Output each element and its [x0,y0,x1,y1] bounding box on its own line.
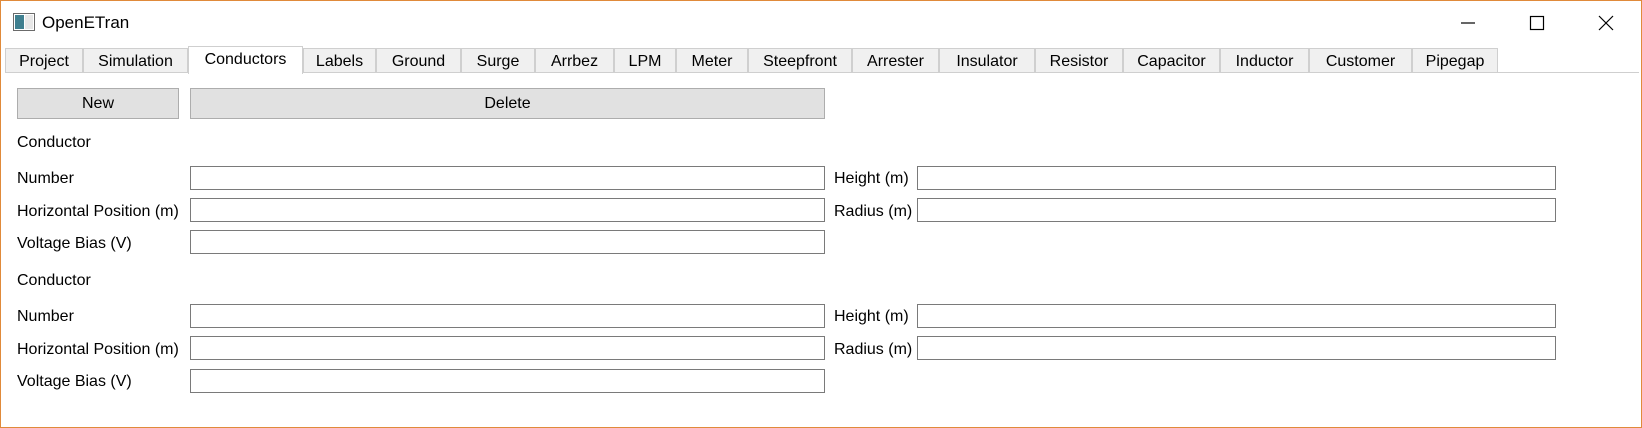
minimize-button[interactable] [1436,1,1500,45]
tab-arrbez[interactable]: Arrbez [535,48,614,73]
tab-resistor[interactable]: Resistor [1035,48,1123,73]
height-field[interactable] [917,166,1556,190]
new-button[interactable]: New [17,88,179,119]
radius-field[interactable] [917,198,1556,222]
height-label: Height (m) [834,308,909,325]
voltage-bias-label: Voltage Bias (V) [17,373,132,390]
tab-inductor[interactable]: Inductor [1220,48,1309,73]
tab-arrester[interactable]: Arrester [852,48,939,73]
horizontal-position-label: Horizontal Position (m) [17,203,179,220]
window-title: OpenETran [42,13,130,32]
maximize-button[interactable] [1505,1,1569,45]
number-label: Number [17,170,74,187]
tab-surge[interactable]: Surge [461,48,535,73]
app-window: OpenETran Project Simulation Conductors … [0,0,1642,428]
horizontal-position-field[interactable] [190,336,825,360]
height-field[interactable] [917,304,1556,328]
maximize-icon [1529,15,1545,31]
number-field[interactable] [190,304,825,328]
tab-simulation[interactable]: Simulation [83,48,188,73]
tab-steepfront[interactable]: Steepfront [748,48,852,73]
tab-project[interactable]: Project [5,48,83,73]
radius-label: Radius (m) [834,203,913,220]
horizontal-position-label: Horizontal Position (m) [17,341,179,358]
app-window-icon [13,13,35,31]
number-field[interactable] [190,166,825,190]
radius-field[interactable] [917,336,1556,360]
close-button[interactable] [1574,1,1638,45]
voltage-bias-label: Voltage Bias (V) [17,235,132,252]
delete-button[interactable]: Delete [190,88,825,119]
minimize-icon [1461,22,1475,24]
tab-insulator[interactable]: Insulator [939,48,1035,73]
height-label: Height (m) [834,170,909,187]
tab-customer[interactable]: Customer [1309,48,1412,73]
conductor-group-title: Conductor [17,272,91,289]
title-bar[interactable]: OpenETran [1,1,1641,45]
tab-conductors[interactable]: Conductors [188,46,303,74]
voltage-bias-field[interactable] [190,230,825,254]
number-label: Number [17,308,74,325]
tab-lpm[interactable]: LPM [614,48,676,73]
tab-bar: Project Simulation Conductors Labels Gro… [5,46,1639,74]
tab-labels[interactable]: Labels [303,48,376,73]
voltage-bias-field[interactable] [190,369,825,393]
tab-pipegap[interactable]: Pipegap [1412,48,1498,73]
tab-capacitor[interactable]: Capacitor [1123,48,1220,73]
tab-ground[interactable]: Ground [376,48,461,73]
radius-label: Radius (m) [834,341,913,358]
conductors-pane: New Delete Conductor Number Height (m) H… [5,73,1639,425]
horizontal-position-field[interactable] [190,198,825,222]
tab-meter[interactable]: Meter [676,48,748,73]
conductor-group-title: Conductor [17,134,91,151]
close-icon [1598,15,1614,31]
